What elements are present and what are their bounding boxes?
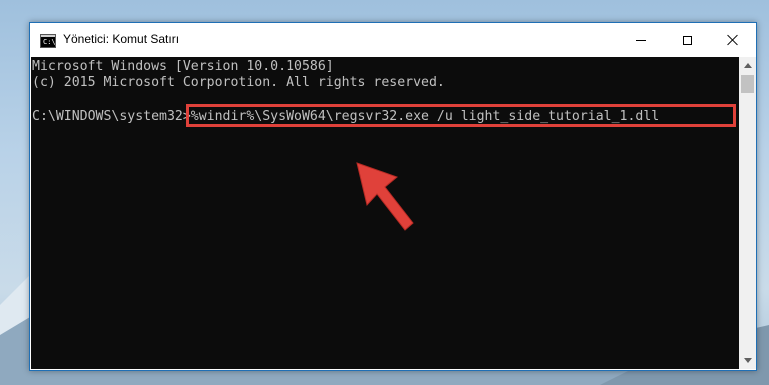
close-button[interactable] xyxy=(710,23,756,57)
scroll-up-icon xyxy=(743,63,752,68)
console-line-version: Microsoft Windows [Version 10.0.10586] xyxy=(32,59,334,74)
console-output-area[interactable]: Microsoft Windows [Version 10.0.10586] (… xyxy=(31,57,739,369)
minimize-icon xyxy=(636,39,646,41)
close-icon xyxy=(727,34,739,46)
maximize-button[interactable] xyxy=(664,23,710,57)
window-title: Yönetici: Komut Satırı xyxy=(63,32,180,46)
scroll-down-button[interactable] xyxy=(739,352,756,369)
cmd-app-icon-text: C:\_ xyxy=(43,38,60,46)
maximize-icon xyxy=(682,35,692,45)
console-line-copyright: (c) 2015 Microsoft Corporotion. All righ… xyxy=(32,75,445,90)
red-arrow-icon xyxy=(356,162,414,231)
scroll-down-icon xyxy=(743,358,752,363)
scrollbar-thumb[interactable] xyxy=(741,75,754,93)
command-highlight-box xyxy=(186,104,736,127)
title-bar[interactable]: C:\_ Yönetici: Komut Satırı xyxy=(30,23,756,57)
vertical-scrollbar[interactable] xyxy=(739,57,756,369)
minimize-button[interactable] xyxy=(618,23,664,57)
cmd-app-icon[interactable]: C:\_ xyxy=(40,34,60,48)
scroll-up-button[interactable] xyxy=(739,57,756,74)
command-prompt-window: C:\_ Yönetici: Komut Satırı Microsoft Wi… xyxy=(29,22,757,371)
